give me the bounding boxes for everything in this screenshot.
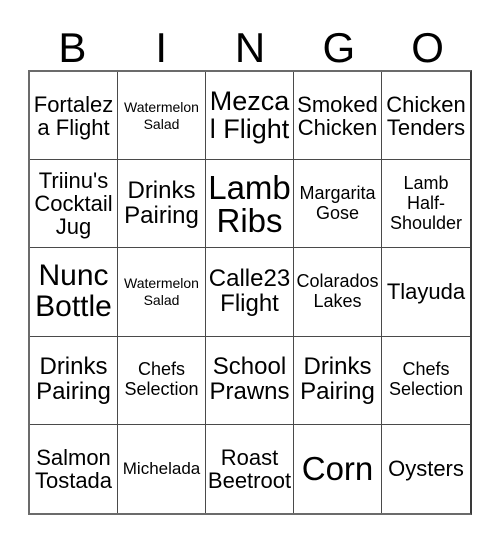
bingo-cell-label: Calle23 Flight	[208, 265, 291, 317]
bingo-cell[interactable]: Margarita Gose	[294, 160, 382, 249]
bingo-cell[interactable]: Chefs Selection	[382, 336, 470, 425]
bingo-cell[interactable]: Drinks Pairing	[294, 336, 382, 425]
bingo-cell[interactable]: Triinu's Cocktail Jug	[30, 160, 118, 249]
bingo-header-letter-n: N	[234, 24, 266, 71]
bingo-cell[interactable]: Corn	[294, 424, 382, 513]
bingo-cell[interactable]: Fortaleza Flight	[30, 72, 118, 161]
bingo-cell[interactable]: Lamb Ribs	[206, 160, 294, 249]
bingo-cell-label: Fortaleza Flight	[33, 91, 114, 140]
bingo-cell-label: Roast Beetroot	[207, 444, 292, 493]
bingo-cell-label: Nunc Bottle	[35, 259, 112, 323]
bingo-cell[interactable]: Watermelon Salad	[118, 248, 206, 337]
bingo-cell-label: Mezcal Flight	[209, 86, 290, 144]
bingo-cell[interactable]: Calle23 Flight	[206, 248, 294, 337]
bingo-cell-label: Watermelon Salad	[124, 274, 199, 308]
bingo-cell[interactable]: Chefs Selection	[118, 336, 206, 425]
bingo-cell[interactable]: Chicken Tenders	[382, 72, 470, 161]
bingo-cell-label: Smoked Chicken	[297, 91, 378, 140]
bingo-cell[interactable]: Salmon Tostada	[30, 424, 118, 513]
bingo-cell[interactable]: School Prawns	[206, 336, 294, 425]
bingo-cell[interactable]: Drinks Pairing	[118, 160, 206, 249]
bingo-cell-label: Oysters	[388, 456, 464, 482]
bingo-cell[interactable]: Michelada	[118, 424, 206, 513]
bingo-cell[interactable]: Roast Beetroot	[206, 424, 294, 513]
bingo-cell[interactable]: Oysters	[382, 424, 470, 513]
bingo-cell-label: Watermelon Salad	[124, 98, 199, 132]
bingo-cell[interactable]: Tlayuda	[382, 248, 470, 337]
bingo-cell-label: Tlayuda	[386, 279, 466, 305]
bingo-cell-label: Colarados Lakes	[296, 271, 379, 311]
bingo-cell-label: Triinu's Cocktail Jug	[34, 168, 113, 240]
bingo-header-letter-o: O	[411, 24, 444, 71]
bingo-cell-label: Lamb Half-Shoulder	[389, 173, 463, 233]
bingo-header-letter-i: I	[155, 24, 168, 71]
bingo-cell-label: Drinks Pairing	[300, 353, 375, 406]
bingo-cell-label: Drinks Pairing	[36, 353, 111, 406]
bingo-cell[interactable]: Colarados Lakes	[294, 248, 382, 337]
bingo-cell-label: Michelada	[122, 459, 201, 479]
bingo-cell-label: School Prawns	[209, 353, 290, 406]
bingo-header-letter-g: G	[322, 24, 356, 71]
bingo-cell-label: Chefs Selection	[388, 359, 464, 400]
bingo-cell[interactable]: Nunc Bottle	[30, 248, 118, 337]
bingo-cell-label: Drinks Pairing	[124, 176, 199, 229]
bingo-header-letter-b: B	[58, 24, 87, 71]
bingo-cell[interactable]: Smoked Chicken	[294, 72, 382, 161]
bingo-cell[interactable]: Lamb Half-Shoulder	[382, 160, 470, 249]
bingo-cell-label: Chefs Selection	[124, 359, 199, 400]
bingo-grid: Fortaleza Flight Watermelon Salad Mezcal…	[28, 70, 472, 515]
bingo-cell[interactable]: Watermelon Salad	[118, 72, 206, 161]
bingo-header-row: B I N G O	[28, 16, 472, 70]
bingo-cell-label: Chicken Tenders	[386, 91, 466, 140]
bingo-cell[interactable]: Mezcal Flight	[206, 72, 294, 161]
bingo-cell-label: Margarita Gose	[299, 182, 376, 223]
bingo-cell[interactable]: Drinks Pairing	[30, 336, 118, 425]
bingo-cell-label: Salmon Tostada	[34, 444, 113, 493]
bingo-cell-label: Lamb Ribs	[208, 168, 291, 239]
bingo-cell-label: Corn	[301, 450, 374, 488]
bingo-card: B I N G O Fortaleza Flight Watermelon Sa…	[0, 0, 500, 544]
